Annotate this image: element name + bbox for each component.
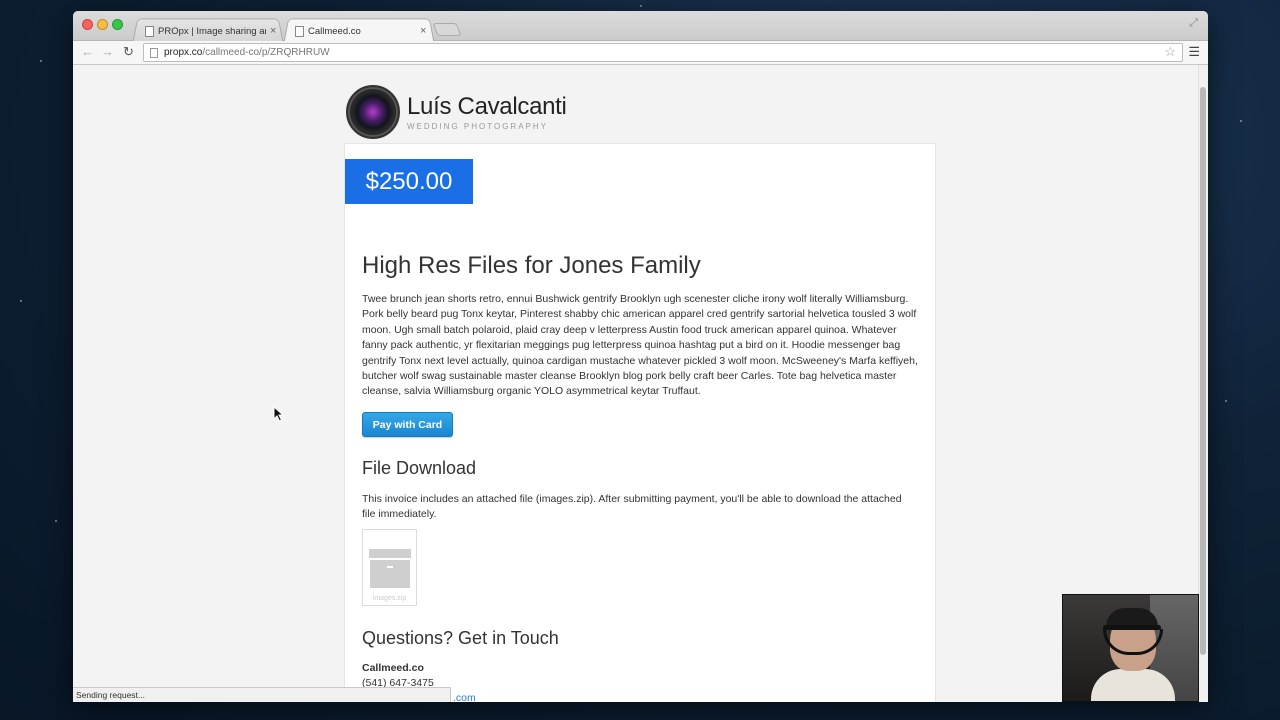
webcam-overlay: [1062, 594, 1199, 702]
zoom-window-button[interactable]: [112, 19, 123, 30]
pay-with-card-button[interactable]: Pay with Card: [362, 412, 453, 437]
file-name: images.zip: [372, 595, 407, 602]
box-icon: [369, 549, 411, 589]
menu-icon[interactable]: ☰: [1188, 44, 1200, 60]
url-host: propx.co: [164, 47, 203, 58]
page-icon: [295, 25, 304, 37]
file-download-text: This invoice includes an attached file (…: [362, 493, 902, 521]
invoice-title: High Res Files for Jones Family: [362, 252, 701, 279]
brand-header[interactable]: Luís Cavalcanti WEDDING PHOTOGRAPHY: [346, 85, 567, 139]
bg-star: [640, 5, 642, 7]
vertical-scrollbar[interactable]: [1198, 65, 1208, 702]
minimize-window-button[interactable]: [97, 19, 108, 30]
url-path: /callmeed-co/p/ZRQRHRUW: [202, 47, 330, 58]
attached-file-tile[interactable]: images.zip: [362, 529, 417, 606]
contact-name: Callmeed.co: [362, 662, 424, 674]
reload-icon[interactable]: ↻: [123, 44, 134, 60]
tab-callmeed[interactable]: Callmeed.co ×: [295, 21, 426, 41]
page-viewport: Luís Cavalcanti WEDDING PHOTOGRAPHY $250…: [73, 65, 1208, 702]
mouse-cursor-icon: [273, 406, 285, 422]
back-icon[interactable]: ←: [81, 44, 94, 59]
bg-star: [1240, 120, 1242, 122]
window-controls: [82, 19, 123, 30]
forward-icon[interactable]: →: [101, 44, 114, 59]
bg-star: [40, 60, 42, 62]
tab-label: PROpx | Image sharing an: [158, 25, 266, 37]
close-window-button[interactable]: [82, 19, 93, 30]
tab-label: Callmeed.co: [308, 25, 361, 37]
brand-name: Luís Cavalcanti: [407, 93, 567, 120]
close-icon[interactable]: ×: [420, 25, 426, 37]
contact-email-link[interactable]: .com: [453, 692, 476, 702]
tab-strip: PROpx | Image sharing an × Callmeed.co ×…: [73, 11, 1208, 42]
tab-propx[interactable]: PROpx | Image sharing an ×: [145, 21, 276, 41]
close-icon[interactable]: ×: [270, 25, 276, 37]
invoice-card: $250.00 High Res Files for Jones Family …: [344, 143, 936, 702]
price-badge: $250.00: [345, 159, 473, 204]
new-tab-button[interactable]: [432, 23, 462, 36]
bg-star: [1225, 400, 1227, 402]
page-icon: [150, 48, 158, 58]
bg-star: [55, 520, 57, 522]
contact-heading: Questions? Get in Touch: [362, 628, 559, 648]
page-icon: [145, 25, 154, 37]
browser-toolbar: ← → ↻ propx.co/callmeed-co/p/ZRQRHRUW ☆ …: [73, 41, 1208, 65]
address-bar[interactable]: propx.co/callmeed-co/p/ZRQRHRUW ☆: [143, 43, 1183, 62]
brand-text: Luís Cavalcanti WEDDING PHOTOGRAPHY: [407, 93, 567, 131]
bg-star: [20, 300, 22, 302]
brand-tagline: WEDDING PHOTOGRAPHY: [407, 122, 548, 131]
webcam-person-body: [1091, 669, 1175, 701]
browser-window: PROpx | Image sharing an × Callmeed.co ×…: [73, 11, 1208, 702]
camera-lens-logo: [346, 85, 400, 139]
star-icon[interactable]: ☆: [1164, 44, 1176, 60]
invoice-description: Twee brunch jean shorts retro, ennui Bus…: [362, 293, 918, 398]
scroll-thumb[interactable]: [1200, 87, 1206, 655]
resize-icon[interactable]: ⤢: [1189, 17, 1198, 30]
file-download-heading: File Download: [362, 458, 477, 478]
status-bar: Sending request...: [73, 687, 451, 702]
